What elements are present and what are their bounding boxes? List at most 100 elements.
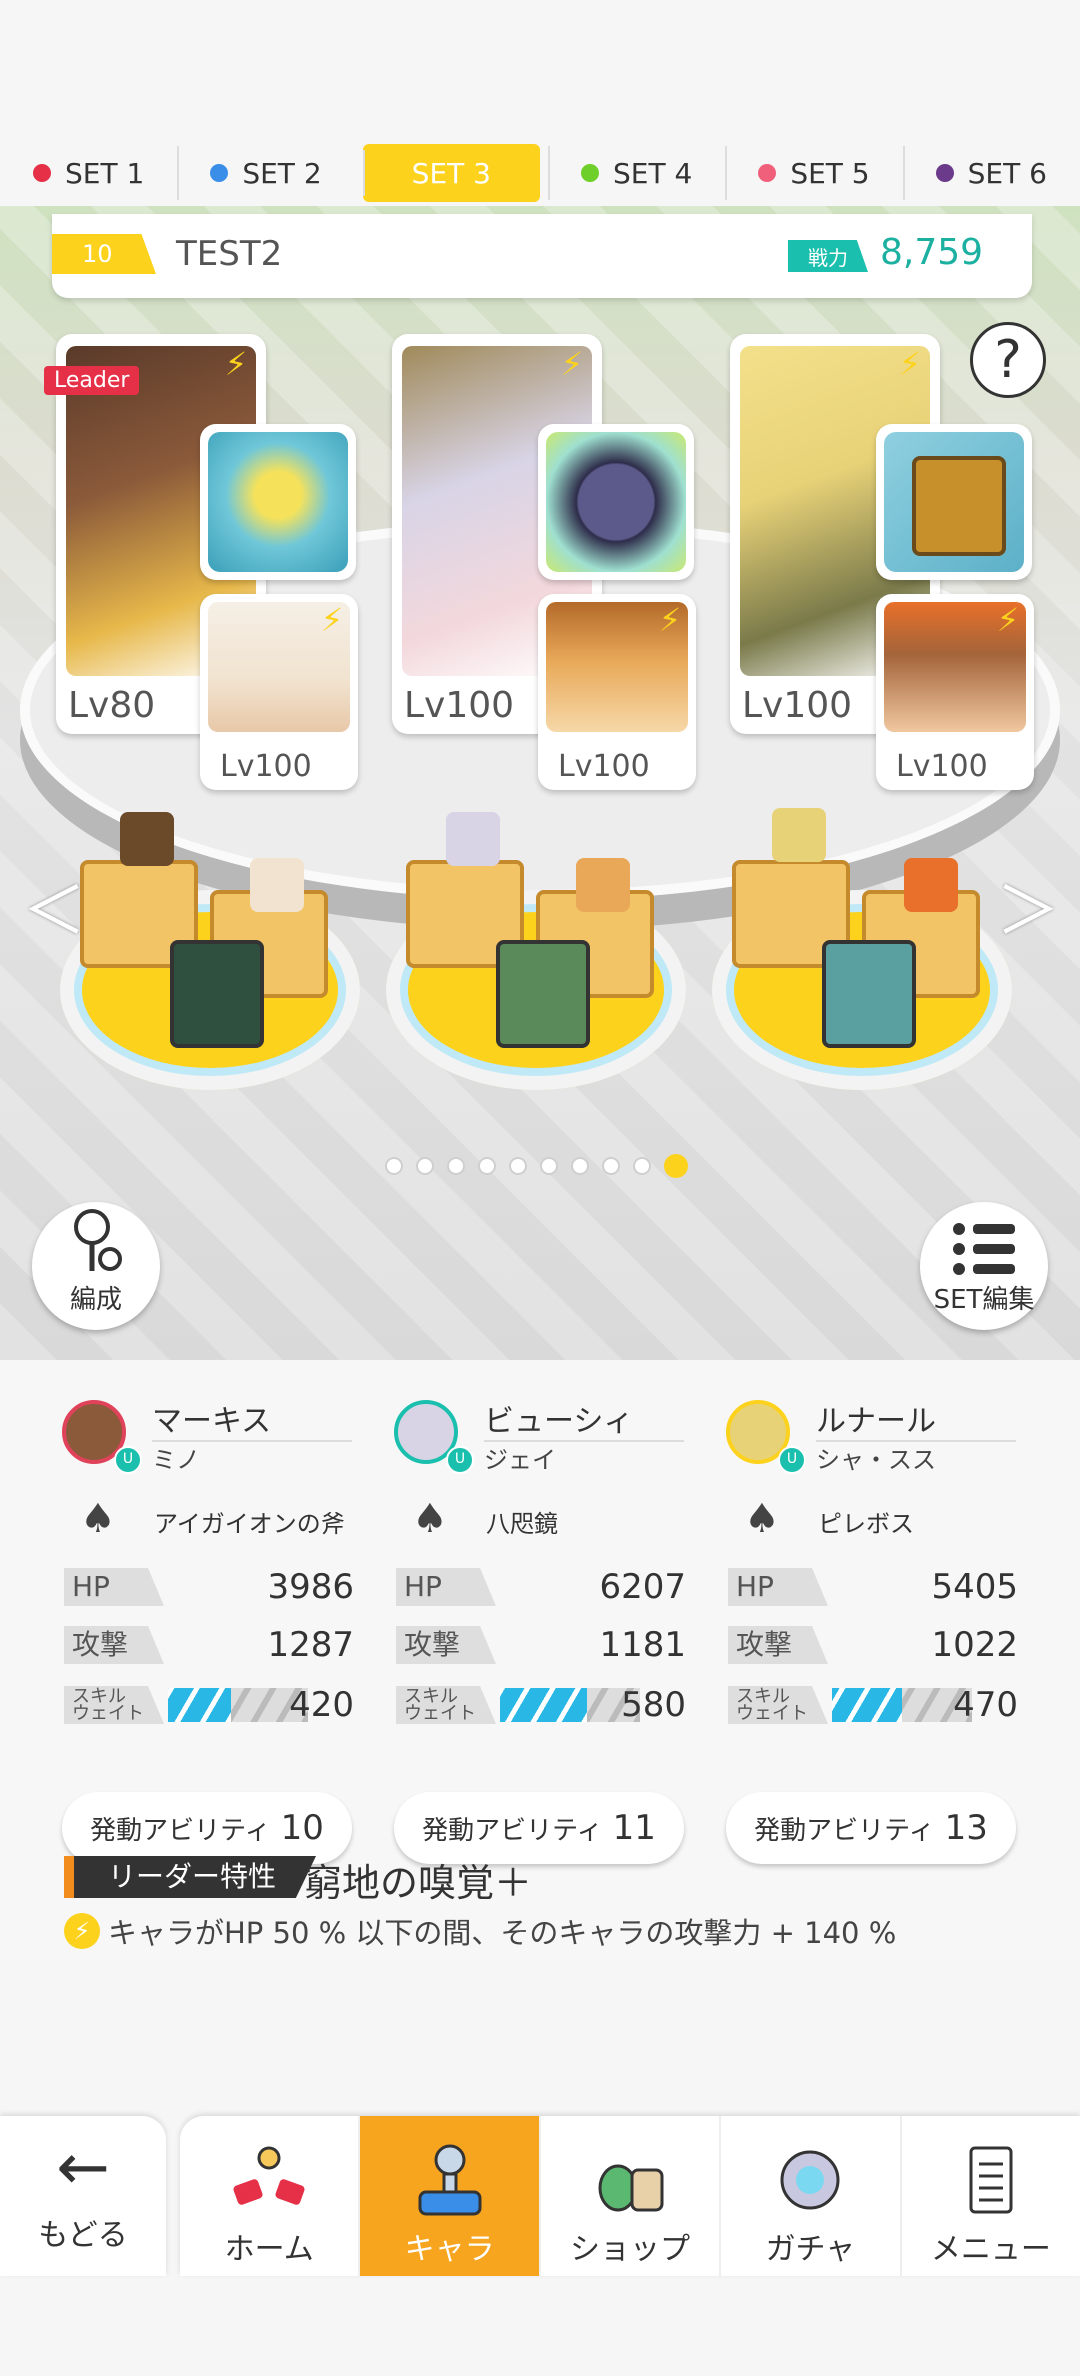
relic-tablet-3: [822, 940, 916, 1048]
equipment-slot-3[interactable]: [876, 424, 1032, 580]
equipment-slot-1[interactable]: [200, 424, 356, 580]
tab-set-2[interactable]: SET 2: [177, 140, 354, 206]
character-name: ビューシィ: [484, 1396, 684, 1442]
page-dot[interactable]: [571, 1157, 589, 1175]
equipment-slot-2[interactable]: [538, 424, 694, 580]
help-button[interactable]: ?: [970, 322, 1046, 398]
page-dot[interactable]: [447, 1157, 465, 1175]
skill-wait-label-line-2: ウェイト: [72, 1703, 144, 1724]
page-dot[interactable]: [633, 1157, 651, 1175]
sub-character-card-2[interactable]: ⚡ Lv100: [538, 594, 696, 790]
shop-icon: [598, 2164, 664, 2212]
formation-label: 編成: [69, 1285, 122, 1315]
skill-wait-bar: [832, 1688, 972, 1722]
tab-set-6[interactable]: SET 6: [902, 140, 1080, 206]
nav-home-label: ホーム: [224, 2232, 314, 2267]
attack-value: 1022: [931, 1625, 1018, 1665]
page-dot[interactable]: [385, 1157, 403, 1175]
chibi-sprite-2: [250, 858, 304, 912]
back-label: もどる: [38, 2218, 128, 2253]
home-icon: [233, 2146, 305, 2205]
hp-label: HP: [728, 1568, 828, 1606]
skill-wait-fill: [500, 1688, 587, 1722]
chibi-sprite-1: [120, 812, 174, 866]
weapon-name: 八咫鏡: [486, 1510, 558, 1538]
skill-wait-label-line-2: ウェイト: [736, 1703, 808, 1724]
skill-wait-row: スキル ウェイト 580: [396, 1686, 686, 1724]
set-5-dot: [758, 164, 777, 182]
level-label: Lv100: [404, 685, 515, 726]
hp-row: HP 6207: [396, 1568, 686, 1606]
nav-chara[interactable]: キャラ: [358, 2116, 539, 2276]
attack-row: 攻撃 1181: [396, 1626, 686, 1664]
page-dot[interactable]: [602, 1157, 620, 1175]
upgrade-icon: U: [446, 1446, 474, 1474]
nav-gacha[interactable]: ガチャ: [719, 2116, 899, 2276]
page-dot-active[interactable]: [664, 1154, 688, 1178]
bolt-icon: ⚡: [658, 601, 682, 639]
leader-trait-name: 窮地の嗅覚＋: [304, 1861, 533, 1905]
relic-tablet-1: [170, 940, 264, 1048]
attack-value: 1287: [267, 1625, 354, 1665]
set-4-dot: [581, 164, 599, 182]
nav-menu[interactable]: メニュー: [899, 2116, 1080, 2276]
nav-bar: ホーム キャラ ショップ ガチャ メニュー: [180, 2116, 1080, 2276]
skill-wait-bar: [500, 1688, 640, 1722]
page-dot[interactable]: [509, 1157, 527, 1175]
level-label: Lv100: [220, 749, 312, 784]
set-1-dot: [33, 164, 52, 182]
leader-trait-description: ⚡ キャラがHP 50 % 以下の間、そのキャラの攻撃力 + 140 %: [64, 1910, 896, 1952]
sub-character-card-1[interactable]: ⚡ Lv100: [200, 594, 358, 790]
tab-set-4[interactable]: SET 4: [547, 140, 725, 206]
leader-trait-text: キャラがHP 50 % 以下の間、そのキャラの攻撃力 + 140 %: [108, 1916, 897, 1950]
nav-shop[interactable]: ショップ: [538, 2116, 719, 2276]
attack-value: 1181: [599, 1625, 686, 1665]
relic-tablet-2: [496, 940, 590, 1048]
team-name: TEST2: [176, 234, 283, 274]
power-value: 8,759: [880, 232, 984, 273]
skill-wait-row: スキル ウェイト 470: [728, 1686, 1018, 1724]
chibi-sprite-3: [446, 812, 500, 866]
nav-home[interactable]: ホーム: [180, 2116, 358, 2276]
tab-set-3[interactable]: SET 3: [362, 144, 540, 202]
skill-wait-row: スキル ウェイト 420: [64, 1686, 354, 1724]
ability-button[interactable]: 発動アビリティ 13: [726, 1792, 1016, 1864]
set-edit-button[interactable]: SET編集: [920, 1202, 1048, 1330]
power-label: 戦力: [788, 240, 868, 272]
leader-trait-tag: リーダー特性: [64, 1856, 317, 1898]
tab-set-5[interactable]: SET 5: [725, 140, 902, 206]
page-dot[interactable]: [540, 1157, 558, 1175]
tab-set-1[interactable]: SET 1: [0, 140, 177, 206]
skill-wait-fill: [832, 1688, 902, 1722]
weapon-icon: ♠: [744, 1496, 780, 1542]
next-arrow-button[interactable]: ＞: [996, 860, 1060, 952]
sub-character-card-3[interactable]: ⚡ Lv100: [876, 594, 1034, 790]
bolt-icon: ⚡: [224, 345, 248, 383]
back-button[interactable]: ← もどる: [0, 2116, 166, 2276]
leader-badge: Leader: [44, 366, 140, 395]
set-2-dot: [210, 164, 229, 182]
skill-wait-label-line-2: ウェイト: [404, 1703, 476, 1724]
page-dot[interactable]: [478, 1157, 496, 1175]
formation-button[interactable]: 編成: [32, 1202, 160, 1330]
level-label: Lv80: [68, 685, 156, 726]
nav-menu-label: メニュー: [930, 2232, 1051, 2267]
bolt-icon: ⚡: [64, 1913, 100, 1949]
page-dot[interactable]: [416, 1157, 434, 1175]
mirror-icon: [546, 432, 686, 572]
ability-count: 13: [944, 1808, 988, 1848]
hp-value: 3986: [267, 1567, 354, 1607]
prev-arrow-button[interactable]: ＜: [22, 860, 86, 952]
skill-wait-label: スキル ウェイト: [396, 1686, 496, 1724]
bottom-nav: ← もどる ホーム キャラ ショップ ガチャ メニュー: [0, 2110, 1080, 2376]
ability-count: 10: [280, 1808, 324, 1848]
skill-wait-value: 470: [953, 1685, 1018, 1725]
skill-wait-label: スキル ウェイト: [64, 1686, 164, 1724]
hp-value: 5405: [931, 1567, 1018, 1607]
attack-row: 攻撃 1022: [728, 1626, 1018, 1664]
axe-icon: [208, 432, 348, 572]
ability-label: 発動アビリティ: [754, 1815, 935, 1846]
character-subtitle: ミノ: [152, 1446, 200, 1474]
attack-label: 攻撃: [64, 1626, 164, 1664]
book-icon: [884, 432, 1024, 572]
